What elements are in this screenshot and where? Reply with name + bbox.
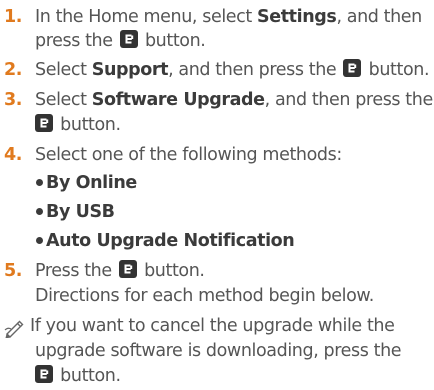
method-option-label: Auto Upgrade Notification bbox=[46, 231, 295, 251]
bullet-icon bbox=[36, 237, 43, 244]
step-3-text: Select Software Upgrade, and then press … bbox=[35, 90, 433, 110]
step-2-text: Select Support, and then press the butto… bbox=[35, 59, 430, 80]
step-3-number: 3. bbox=[4, 90, 23, 110]
step-5-text: Press the button. bbox=[35, 260, 205, 281]
pencil-note-icon bbox=[4, 320, 24, 338]
step-3-software-upgrade-label: Software Upgrade bbox=[91, 90, 265, 110]
step-1-text: In the Home menu, select Settings, and t… bbox=[35, 7, 422, 27]
step-4-number: 4. bbox=[4, 145, 23, 165]
enter-button-icon bbox=[343, 59, 362, 77]
enter-button-icon bbox=[118, 260, 137, 278]
note-text: If you want to cancel the upgrade while … bbox=[30, 316, 395, 336]
method-option-label: By Online bbox=[46, 173, 137, 193]
step-1-number: 1. bbox=[4, 7, 23, 27]
step-5-number: 5. bbox=[4, 261, 23, 281]
enter-button-icon bbox=[119, 30, 138, 48]
step-5-directions-text: Directions for each method begin below. bbox=[35, 286, 374, 306]
step-2-support-label: Support bbox=[91, 60, 169, 80]
bullet-icon bbox=[36, 208, 43, 215]
note-text: upgrade software is downloading, press t… bbox=[35, 341, 402, 361]
instruction-document: 1. In the Home menu, select Settings, an… bbox=[4, 7, 433, 386]
method-option-label: By USB bbox=[46, 202, 115, 222]
step-1-settings-label: Settings bbox=[257, 7, 337, 27]
step-2-number: 2. bbox=[4, 60, 23, 80]
step-4-text: Select one of the following methods: bbox=[35, 145, 342, 165]
note-text: button. bbox=[60, 366, 121, 386]
enter-button-icon bbox=[35, 365, 53, 383]
enter-button-icon bbox=[35, 114, 53, 132]
bullet-icon bbox=[36, 179, 43, 186]
